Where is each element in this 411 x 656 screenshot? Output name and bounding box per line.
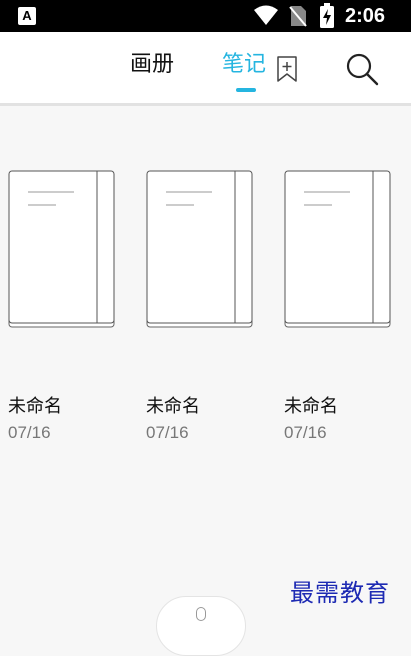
notebook-title: 未命名 <box>146 396 200 417</box>
fab-glyph-icon <box>196 607 206 621</box>
status-bar: A 2:06 <box>0 0 411 32</box>
bottom-action-button[interactable] <box>156 596 246 656</box>
bookmark-plus-icon[interactable] <box>276 55 298 83</box>
status-time: 2:06 <box>345 5 386 27</box>
notebook-icon <box>8 170 115 328</box>
notebook-card[interactable]: 未命名 07/16 <box>146 170 266 442</box>
notebook-date: 07/16 <box>284 423 327 442</box>
notebook-date: 07/16 <box>8 423 51 442</box>
top-bar: 画册 笔记 <box>0 32 411 106</box>
notebook-icon <box>284 170 391 328</box>
notebook-title: 未命名 <box>8 396 62 417</box>
no-sim-icon <box>289 6 307 27</box>
wifi-icon <box>254 5 278 25</box>
notebook-date: 07/16 <box>146 423 189 442</box>
battery-icon <box>320 3 334 28</box>
notebook-card[interactable]: 未命名 07/16 <box>284 170 404 442</box>
notebook-card[interactable]: 未命名 07/16 <box>8 170 128 442</box>
app-notification-letter: A <box>22 8 32 23</box>
search-icon[interactable] <box>345 52 379 86</box>
tab-album[interactable]: 画册 <box>130 50 174 80</box>
watermark-text: 最需教育 <box>290 579 390 607</box>
notebook-title: 未命名 <box>284 396 338 417</box>
notebook-grid: 未命名 07/16 未命名 07/16 未命名 07/16 <box>0 108 411 621</box>
app-notification-icon: A <box>18 7 36 25</box>
notebook-icon <box>146 170 253 328</box>
active-tab-indicator <box>236 88 256 92</box>
tab-notes[interactable]: 笔记 <box>222 50 266 80</box>
